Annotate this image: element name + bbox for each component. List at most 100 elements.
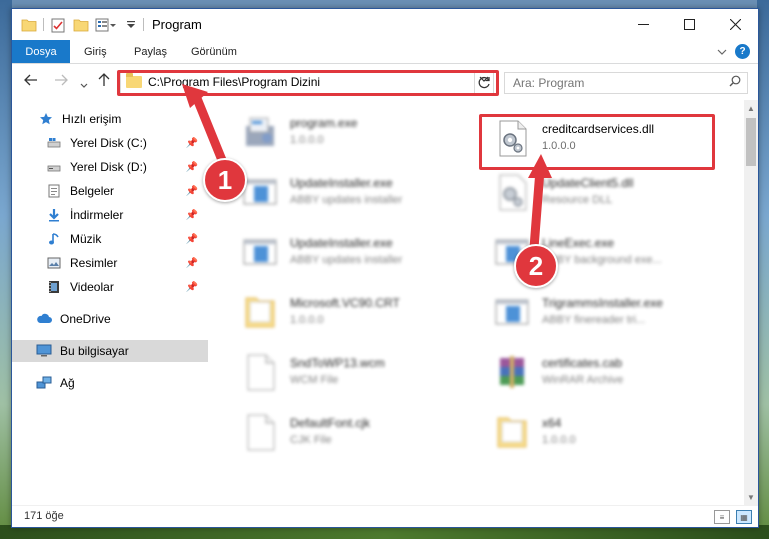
file-item[interactable]: x64 1.0.0.0 [482,406,722,458]
drive-icon [46,159,62,175]
sidebar-item-label: OneDrive [60,312,111,326]
vertical-scrollbar[interactable]: ▲ ▼ [744,100,758,505]
maximize-button[interactable] [666,9,712,40]
file-item[interactable]: program.exe 1.0.0.0 [230,106,470,158]
file-detail: ABBY background exe... [542,254,662,266]
file-detail: ABBY updates installer [290,254,403,266]
help-icon[interactable]: ? [735,44,750,59]
file-name: LineExec.exe [542,236,615,250]
pin-icon[interactable]: 📌 [186,258,198,269]
cloud-icon [36,311,52,327]
status-bar: 171 öğe ≡ ▦ [12,505,758,527]
sidebar-item-downloads[interactable]: İndirmeler 📌 [12,204,208,226]
app-window-icon [492,292,532,332]
sidebar-item-documents[interactable]: Belgeler 📌 [12,180,208,202]
documents-icon [46,183,62,199]
file-detail: Resource DLL [542,194,613,206]
search-box[interactable] [504,72,748,94]
file-name: certificates.cab [542,356,623,370]
file-detail: 1.0.0.0 [542,434,576,446]
blank-file-icon [240,412,280,452]
pin-icon[interactable]: 📌 [186,282,198,293]
file-item[interactable]: Microsoft.VC90.CRT 1.0.0.0 [230,286,470,338]
file-list: program.exe 1.0.0.0 creditcardservices.d… [208,100,744,505]
pin-icon[interactable]: 📌 [186,234,198,245]
new-folder-icon[interactable] [73,17,89,33]
search-input[interactable] [513,76,723,90]
pin-icon[interactable]: 📌 [186,162,198,173]
tab-view[interactable]: Görünüm [179,40,249,63]
file-item[interactable]: UpdateInstaller.exe ABBY updates install… [230,226,470,278]
tiles-view-icon[interactable]: ▦ [736,510,752,524]
scroll-down-icon[interactable]: ▼ [744,491,758,503]
sidebar-item-onedrive[interactable]: OneDrive [12,308,208,330]
forward-arrow-icon[interactable] [54,73,68,89]
sidebar-item-label: Videolar [70,280,114,294]
item-count: 171 öğe [24,510,64,522]
scroll-up-icon[interactable]: ▲ [744,102,758,114]
explorer-window: Program Dosya Giriş Paylaş Görünüm ? C:\… [11,8,759,528]
file-name: UpdateInstaller.exe [290,236,393,250]
star-icon [38,111,54,127]
tab-share[interactable]: Paylaş [122,40,179,63]
sidebar-item-label: İndirmeler [70,208,124,222]
minimize-button[interactable] [620,9,666,40]
file-name: program.exe [290,116,358,130]
ribbon-controls: ? [717,44,750,59]
sidebar-item-local-disk-c[interactable]: Yerel Disk (C:) 📌 [12,132,208,154]
tab-home[interactable]: Giriş [72,40,119,63]
scroll-thumb[interactable] [746,118,756,166]
expand-ribbon-icon[interactable] [717,45,727,59]
pin-icon[interactable]: 📌 [186,210,198,221]
customize-toolbar-icon[interactable] [126,17,136,33]
download-icon [46,207,62,223]
sidebar-item-pictures[interactable]: Resimler 📌 [12,252,208,274]
recent-locations-icon[interactable] [80,76,88,92]
properties-icon[interactable] [51,17,65,33]
details-view-icon[interactable]: ≡ [714,510,730,524]
sidebar-item-label: Ağ [60,376,75,390]
title-bar: Program [12,9,758,40]
view-menu-icon[interactable] [95,17,117,33]
back-arrow-icon[interactable] [24,73,38,89]
music-icon [46,231,62,247]
file-name: DefaultFont.cjk [290,416,371,430]
sidebar-item-local-disk-d[interactable]: Yerel Disk (D:) 📌 [12,156,208,178]
sidebar-item-label: Yerel Disk (D:) [70,160,147,174]
separator [143,18,144,31]
pin-icon[interactable]: 📌 [186,138,198,149]
sidebar-item-label: Bu bilgisayar [60,344,129,358]
search-icon[interactable] [729,75,741,90]
computer-icon [36,343,52,359]
sidebar-item-label: Hızlı erişim [62,112,122,126]
sidebar-item-music[interactable]: Müzik 📌 [12,228,208,250]
file-detail: WinRAR Archive [542,374,624,386]
file-item[interactable]: DefaultFont.cjk CJK File [230,406,470,458]
sidebar-item-label: Yerel Disk (C:) [70,136,147,150]
sidebar-item-network[interactable]: Ağ [12,372,208,394]
pin-icon[interactable]: 📌 [186,186,198,197]
video-icon [46,279,62,295]
file-detail: 1.0.0.0 [290,314,324,326]
drive-icon [46,135,62,151]
dll-gear-icon [492,172,532,212]
tab-file[interactable]: Dosya [12,40,70,63]
sidebar-item-quick-access[interactable]: Hızlı erişim [12,108,208,130]
file-detail: 1.0.0.0 [290,134,324,146]
sidebar-item-this-pc[interactable]: Bu bilgisayar [12,340,208,362]
network-icon [36,375,52,391]
up-arrow-icon[interactable] [98,73,110,90]
window-title: Program [152,17,202,32]
close-button[interactable] [712,9,758,40]
file-item[interactable]: UpdateClient5.dll Resource DLL [482,166,722,218]
file-item[interactable]: UpdateInstaller.exe ABBY updates install… [230,166,470,218]
file-name: TrigrammsInstaller.exe [542,296,663,310]
app-window-icon [240,232,280,272]
sidebar-item-label: Belgeler [70,184,115,198]
file-item[interactable]: SndToWP13.wcm WCM File [230,346,470,398]
callout-2: 2 [514,244,558,288]
file-item[interactable]: certificates.cab WinRAR Archive [482,346,722,398]
address-highlight-box [117,70,499,96]
file-item[interactable]: TrigrammsInstaller.exe ABBY finereader t… [482,286,722,338]
sidebar-item-videos[interactable]: Videolar 📌 [12,276,208,298]
